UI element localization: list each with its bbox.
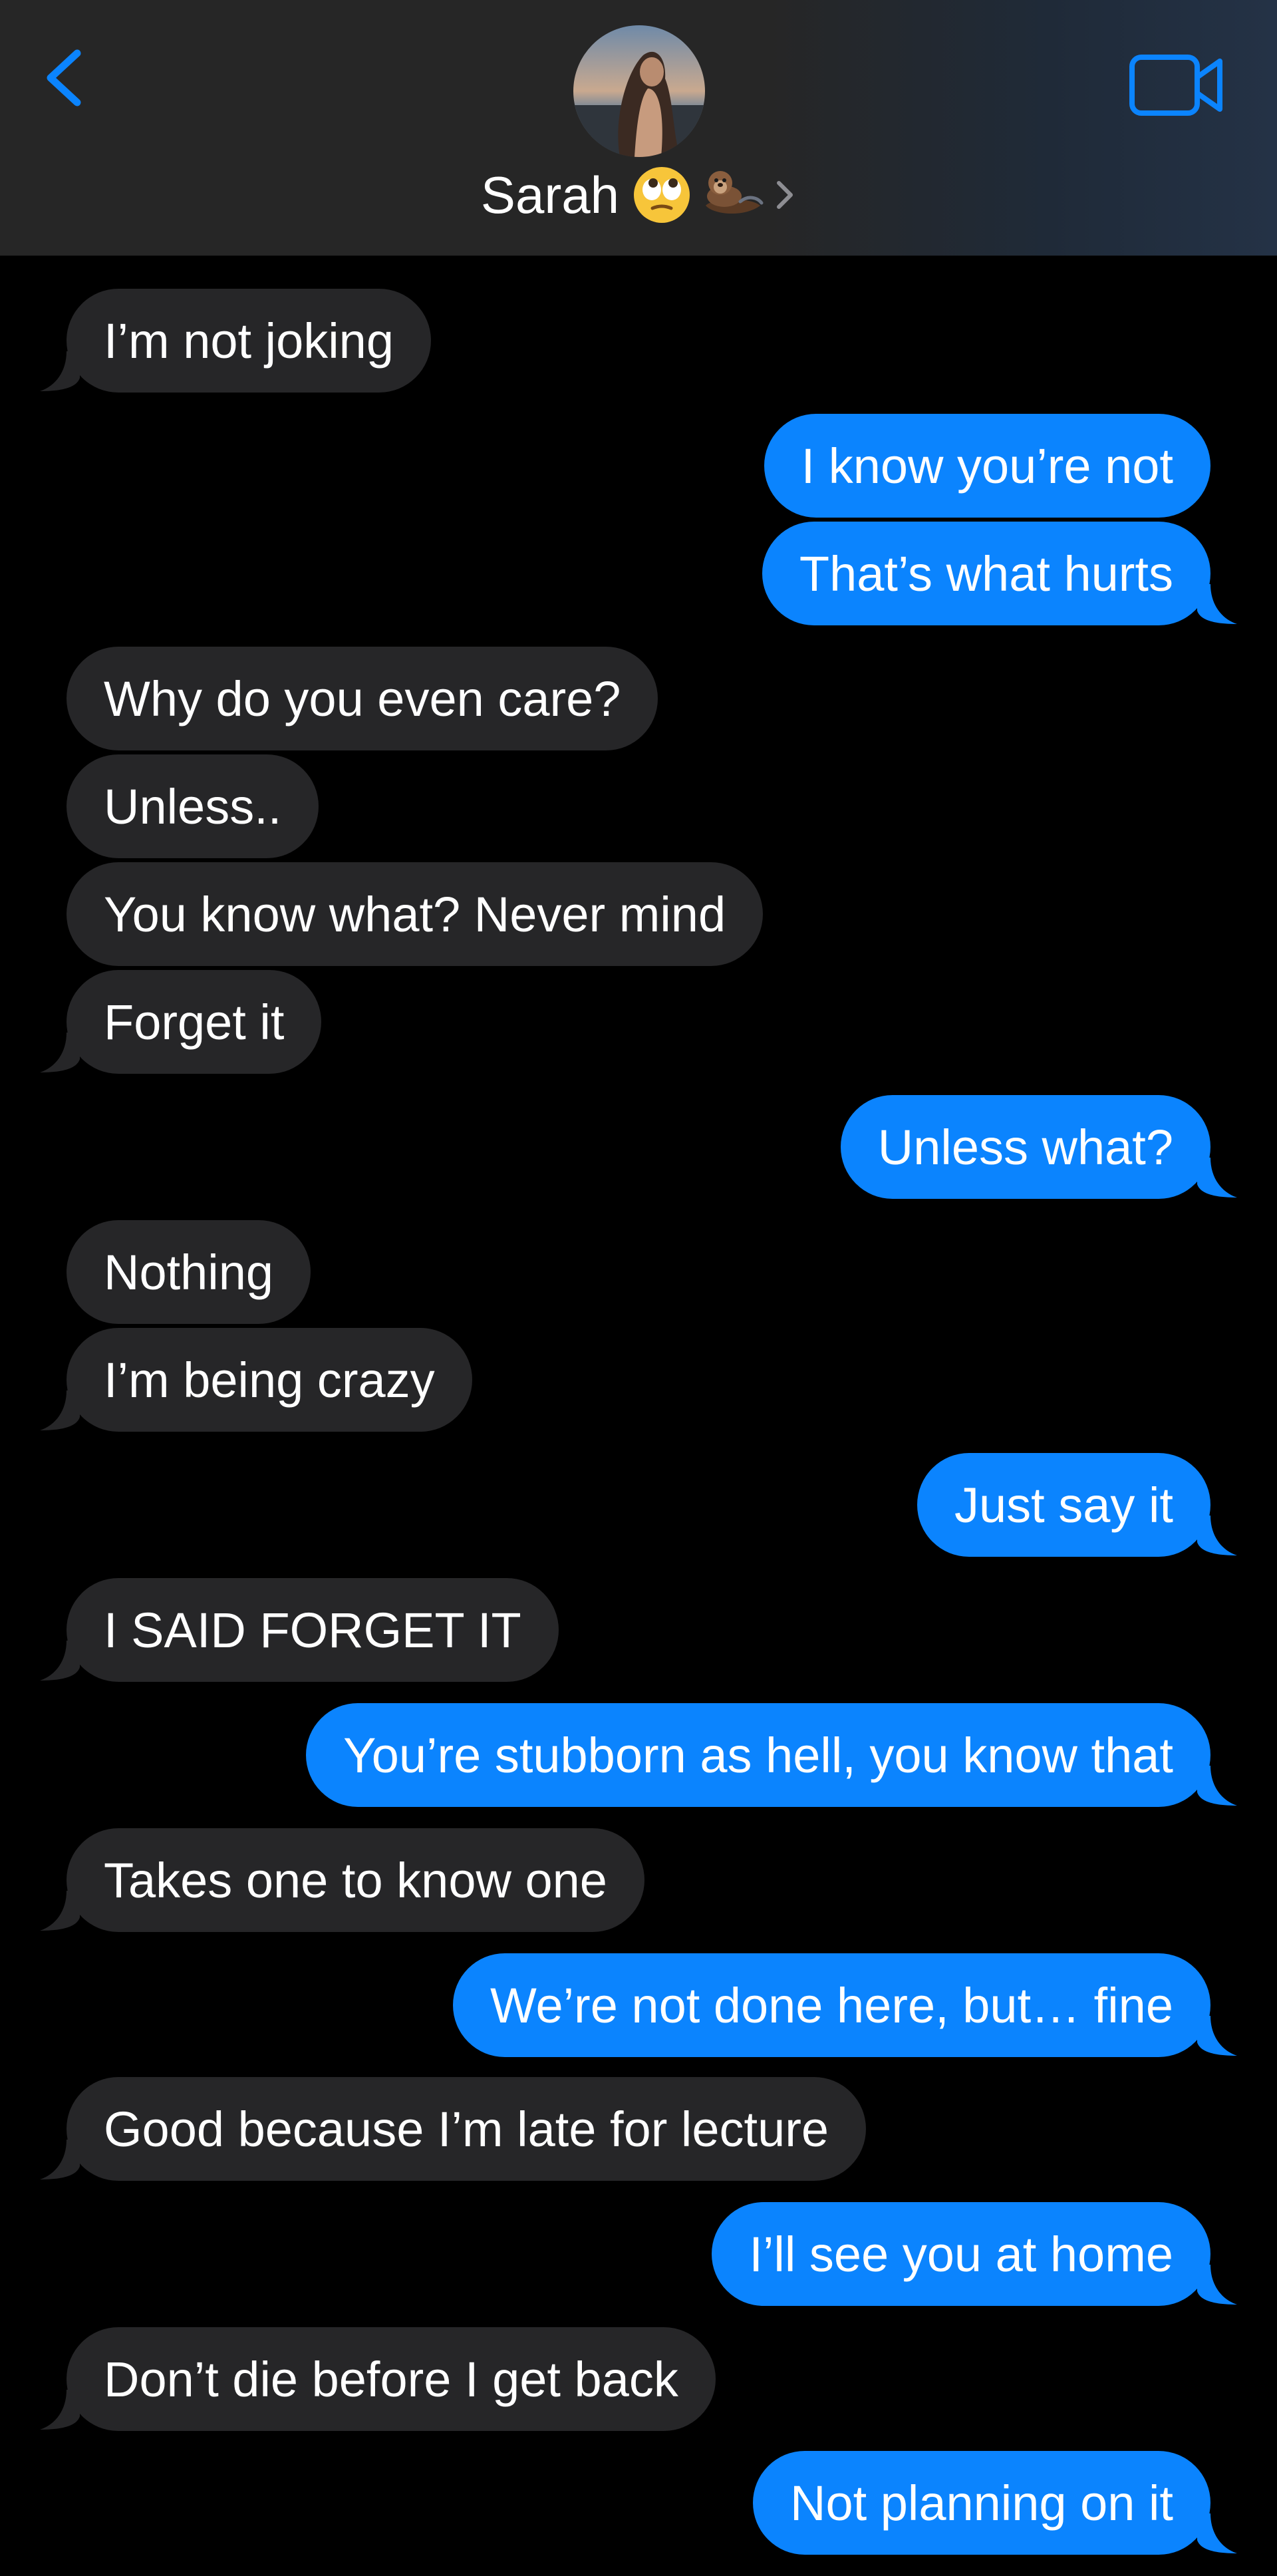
message-text: Why do you even care? xyxy=(104,671,621,726)
message-bubble-incoming[interactable]: I’m being crazy xyxy=(40,1328,472,1432)
message-text: We’re not done here, but… fine xyxy=(490,1977,1173,2033)
message-bubble-outgoing[interactable]: Unless what? xyxy=(840,1095,1237,1199)
chevron-left-icon[interactable] xyxy=(37,41,97,114)
message-text: I’ll see you at home xyxy=(749,2226,1173,2282)
message-text: Takes one to know one xyxy=(104,1852,607,1908)
message-text: You’re stubborn as hell, you know that xyxy=(343,1727,1173,1783)
message-text: Forget it xyxy=(104,994,285,1050)
bubble-tail xyxy=(1197,2016,1237,2056)
bubble-tail xyxy=(1197,1766,1237,1806)
message-bubble-incoming[interactable]: Takes one to know one xyxy=(40,1828,644,1932)
message-bubble-outgoing[interactable]: I’ll see you at home xyxy=(712,2202,1237,2306)
message-text: I SAID FORGET IT xyxy=(104,1602,521,1658)
message-bubble-incoming[interactable]: Nothing xyxy=(67,1220,311,1324)
message-bubble-outgoing[interactable]: We’re not done here, but… fine xyxy=(452,1953,1237,2057)
bubble-tail xyxy=(40,2390,80,2430)
bubble-tail xyxy=(1197,1516,1237,1555)
otter-icon xyxy=(706,171,764,214)
contact-title-row[interactable]: Sarah xyxy=(0,158,1277,232)
bubble-tail xyxy=(1197,584,1237,624)
message-text: Unless what? xyxy=(877,1119,1173,1175)
message-text: Unless.. xyxy=(104,778,282,834)
message-text: Don’t die before I get back xyxy=(104,2351,678,2407)
message-bubble-outgoing[interactable]: Just say it xyxy=(917,1453,1237,1557)
message-bubble-outgoing[interactable]: You’re stubborn as hell, you know that xyxy=(306,1703,1237,1807)
message-bubble-outgoing[interactable]: That’s what hurts xyxy=(762,522,1237,625)
message-bubble-outgoing[interactable]: Not planning on it xyxy=(753,2451,1237,2555)
bubble-tail xyxy=(40,1033,80,1072)
conversation-header: Sarah xyxy=(0,0,1277,255)
message-bubble-incoming[interactable]: I SAID FORGET IT xyxy=(40,1578,559,1682)
message-bubble-incoming[interactable]: I’m not joking xyxy=(40,289,431,393)
bubble-tail xyxy=(1197,2513,1237,2553)
message-bubble-incoming[interactable]: Why do you even care? xyxy=(67,647,658,750)
contact-name: Sarah xyxy=(480,166,620,224)
chevron-right-icon xyxy=(777,181,793,209)
message-text: Just say it xyxy=(954,1477,1173,1533)
message-text: Not planning on it xyxy=(790,2475,1173,2531)
message-text: Good because I’m late for lecture xyxy=(104,2101,829,2157)
bubble-tail xyxy=(1197,2265,1237,2305)
message-bubble-incoming[interactable]: Don’t die before I get back xyxy=(40,2327,716,2431)
message-text: That’s what hurts xyxy=(799,546,1173,601)
bubble-tail xyxy=(40,1891,80,1931)
message-bubble-incoming[interactable]: Unless.. xyxy=(67,754,319,858)
avatar[interactable] xyxy=(573,25,705,157)
video-camera-icon[interactable] xyxy=(1127,51,1226,120)
message-bubble-outgoing[interactable]: I know you’re not xyxy=(764,414,1210,518)
bubble-tail xyxy=(40,1390,80,1430)
message-bubble-incoming[interactable]: Forget it xyxy=(40,970,322,1074)
message-text: I know you’re not xyxy=(801,438,1173,494)
bubble-tail xyxy=(40,1641,80,1681)
face-with-rolling-eyes-icon xyxy=(634,167,690,223)
message-text: I’m being crazy xyxy=(104,1352,435,1408)
bubble-tail xyxy=(40,2140,80,2179)
message-text: I’m not joking xyxy=(104,313,394,369)
message-bubble-incoming[interactable]: You know what? Never mind xyxy=(67,862,764,966)
bubble-tail xyxy=(1197,1158,1237,1198)
message-text: You know what? Never mind xyxy=(104,886,726,942)
message-text: Nothing xyxy=(104,1244,274,1300)
bubble-tail xyxy=(40,351,80,391)
message-bubble-incoming[interactable]: Good because I’m late for lecture xyxy=(40,2077,867,2181)
